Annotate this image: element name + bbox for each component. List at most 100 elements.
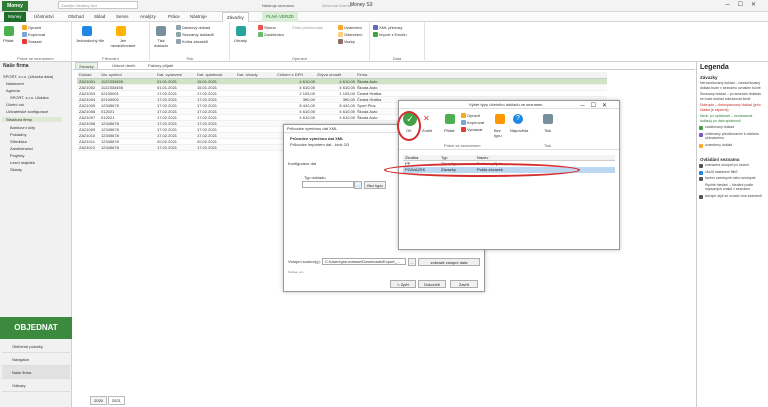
tree-item-selected[interactable]: Struktura firmy [2,117,62,122]
tree-item[interactable]: Uživatelské konfigurace [6,109,48,114]
tree-item[interactable]: Zaměstnanci [10,146,33,151]
doc-tab-ucetni-denik[interactable]: Účtové deník [109,62,138,70]
ribbon-group-operace: Úhrady Storno Zaúčtování Číslo přeúčtová… [230,22,370,62]
storno-button[interactable]: Storno [258,25,276,31]
window-controls[interactable]: ─☐✕ [725,1,764,8]
nav-our-company[interactable]: Naše firma [2,366,70,379]
tree-item[interactable]: Střediska [10,139,27,144]
doc-tab-zavazky[interactable]: Závazky [75,62,98,70]
menu-bar: Money Účetnictví Obchod Sklad Servis Ana… [0,12,768,22]
print-icon [543,114,553,124]
cancel-icon: ✕ [423,114,430,123]
ribbon-group-data: XML přenosy Import z Excelu Data [370,22,425,62]
copy-icon [22,32,27,38]
tree-item[interactable]: Účetní rok [6,102,24,107]
context-tab-tools[interactable]: Nástroje seznamu [258,1,298,11]
document-type-input[interactable] [302,181,354,188]
tab-analyzy[interactable]: Analýzy [140,12,156,22]
legend-item: zúčtovaný přeúčtováním k dokladu účtovan… [697,132,768,143]
batch-document-button[interactable]: Dávkový doklad [176,25,210,31]
dialog-add-button[interactable]: Přidat [444,128,454,133]
lock-button[interactable]: Uzamčení [338,25,362,31]
money-menu-button[interactable]: Money [2,1,28,11]
title-bar: Money Zadejte hledaný text Nástroje sezn… [0,0,768,12]
tree-item[interactable]: Projekty [10,153,24,158]
group-label: Práce se seznamem [17,56,54,61]
tab-money[interactable]: Money [4,12,26,22]
dialog-copy-button[interactable]: Kopírovat [461,120,484,126]
nav-links[interactable]: Odkazy [2,379,70,392]
payments-button[interactable]: Úhrady [234,38,247,43]
browse-type-button[interactable]: … [354,181,362,189]
add-button[interactable]: Přidat [3,38,13,43]
sidebar-title: Naše firma [3,63,29,69]
tree-item[interactable]: SPORT, s.r.o. (Ukázka data) [3,74,53,79]
document-lists-button[interactable]: Seznamy dokladů [176,32,214,38]
dialog-print-button[interactable]: Tisk [544,128,551,133]
tree-item[interactable]: Agenda [6,88,20,93]
nav-navigator[interactable]: Navigátor [2,353,70,366]
source-file-input[interactable]: C:\Users\jan.matusz\Downloads\Export_... [322,258,406,265]
posted-icon [699,126,703,130]
tree-item[interactable]: Pokladny [10,132,26,137]
posting-button[interactable]: Zaúčtování [258,32,284,38]
reposted-icon [699,132,703,137]
source-label: Vstupní soubor(y): [288,259,321,264]
document-tabs: Závazky Účtové deník Faktury přijaté [73,62,695,70]
cancel-button[interactable]: Zrušit [422,128,432,133]
year-tab-active[interactable]: 2021 [107,396,125,405]
simple-filter-button[interactable]: Jednoduchý filtr [76,38,104,43]
tree-item[interactable]: Sklady [10,167,22,172]
legend-section: Závazky [700,75,718,80]
nav-favorites[interactable]: Oblíbené položky [2,340,70,353]
links-button[interactable]: Vazby [338,39,355,45]
tab-zavazky[interactable]: Závazky [222,12,249,22]
document-type-label: Typ dokladu [304,175,326,180]
reposting-button[interactable]: Číslo přeúčtování [292,25,323,30]
xml-transfer-button[interactable]: XML přenosy [373,25,402,31]
wizard-step: Průvodce importem dat - krok 2/3 [290,142,350,147]
ribbon-group-filtrovani: Jednoduchý filtr Jen nezaúčtované Filtro… [72,22,150,62]
excel-import-button[interactable]: Import z Excelu [373,32,407,38]
dialog-window-controls[interactable]: ─☐✕ [580,102,613,109]
tab-sklad[interactable]: Sklad [94,12,105,22]
tab-servis[interactable]: Servis [116,12,129,22]
tree-item[interactable]: Nastavení [6,81,24,86]
tree-item[interactable]: Bankovní účty [10,125,35,130]
dialog-toolbar: ✓ OK ✕ Zrušit Přidat Opravit Kopírovat V… [399,110,619,150]
edit-button[interactable]: Opravit [22,25,41,31]
dialog-delete-button[interactable]: Vymazat [461,127,482,133]
browse-file-button[interactable]: ... [408,258,416,266]
back-button[interactable]: < Zpět [390,280,416,288]
no-type-button[interactable]: Bez typu [364,181,386,189]
ribbon-group-tisk: Tisk dokladu Dávkový doklad Seznamy dokl… [150,22,230,62]
finish-button[interactable]: Dokončit [418,280,446,288]
tab-obchod[interactable]: Obchod [68,12,84,22]
legend-item: Neuh. po splatnosti – neuhrazená doklady… [700,114,753,123]
payments-icon [236,26,246,36]
search-input[interactable]: Zadejte hledaný text [58,1,138,9]
dialog-no-type-button[interactable]: Bez typu [494,128,508,138]
no-type-icon [495,114,505,124]
tab-full-version[interactable]: PLNÁ VERZE [262,12,299,22]
only-unposted-button[interactable]: Jen nezaúčtované [108,38,138,48]
dialog-help-button[interactable]: Nápověda [510,128,528,133]
show-input-data-button[interactable]: zobrazit vstupní data [418,258,480,266]
tab-nastroje[interactable]: Nástroje [190,12,207,22]
delete-button[interactable]: Smazat [22,39,42,45]
order-button[interactable]: OBJEDNAT [0,317,72,339]
dialog-edit-button[interactable]: Opravit [461,113,480,119]
close-button[interactable]: Zavřít [450,280,478,288]
tab-prace[interactable]: Práce [168,12,180,22]
tab-ucetnictvi[interactable]: Účetnictví [34,12,54,22]
tree-item[interactable]: Lesní majetek [10,160,35,165]
unlock-button[interactable]: Odemčení [338,32,362,38]
liabilities-book-button[interactable]: Kniha závazků [176,39,208,45]
copy-icon [461,120,466,126]
doc-tab-faktury-prijate[interactable]: Faktury přijaté [145,62,176,70]
year-tab[interactable]: 2020 [90,396,107,405]
print-document-button[interactable]: Tisk dokladu [152,38,170,48]
footer-company: Solitea, a.s. [288,270,304,274]
tree-item[interactable]: SPORT, s.r.o. Ukázka [10,95,49,100]
copy-button[interactable]: Kopírovat [22,32,45,38]
